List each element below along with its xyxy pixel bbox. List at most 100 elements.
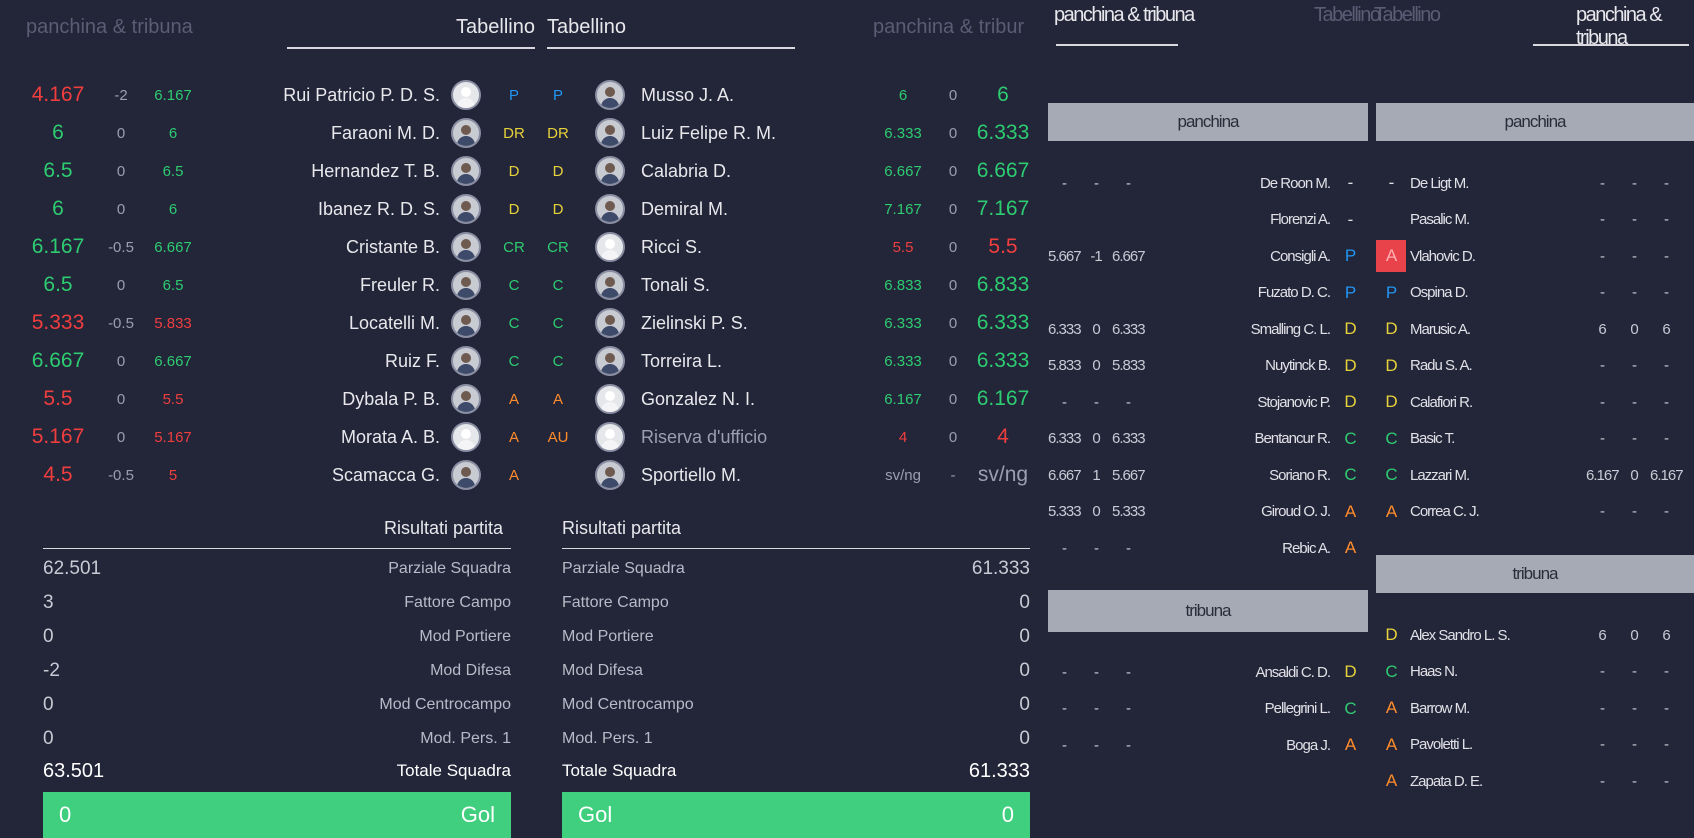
player-row-home[interactable]: 6.667 0 6.667 Ruiz F. C [0,345,540,377]
bench-row-home[interactable]: Florenzi A. - [1048,202,1368,238]
player-row-away[interactable]: D Demiral M. 7.167 0 7.167 [540,193,1040,225]
bench-vote: 6.667 [1048,466,1082,484]
tab-panchina-tribuna-home-right[interactable]: panchina & tribuna [1054,4,1195,27]
tab-panchina-tribuna-away[interactable]: panchina & tribur [873,16,1038,39]
bench-name: Vlahovic D. [1410,247,1476,265]
player-name: Freuler R. [359,274,440,295]
bench-row-home[interactable]: 6.333 0 6.333 Smalling C. L. D [1048,311,1368,347]
bench-name: Pellegrini L. [1264,700,1331,717]
bench-role: D [1344,662,1356,681]
player-row-away[interactable]: C Torreira L. 6.333 0 6.333 [540,345,1040,377]
bench-total: - [1664,430,1669,447]
bench-row-home[interactable]: - - - Boga J. A [1048,727,1368,763]
tab-tabellino-home[interactable]: Tabellino [415,16,535,39]
result-label-home: Parziale Squadra [388,560,511,577]
player-row-away[interactable]: P Musso J. A. 6 0 6 [540,79,1040,111]
player-name: Hernandez T. B. [311,160,440,181]
player-vote: 6 [898,86,908,104]
bench-vote: 5.667 [1048,247,1082,265]
bench-total: 6 [1662,626,1670,644]
bench-row-home[interactable]: 5.333 0 5.333 Giroud O. J. A [1048,494,1368,530]
player-avatar [595,460,625,490]
bench-row-home[interactable]: 5.833 0 5.833 Nuytinck B. D [1048,348,1368,384]
tab-tabellino-right-2[interactable]: Tabellino [1374,4,1441,27]
result-row-away: Fattore Campo 0 [562,586,1030,620]
tab-tabellino-away[interactable]: Tabellino [547,16,626,39]
player-row-away[interactable]: A Gonzalez N. I. 6.167 0 6.167 [540,383,1040,415]
player-row-home[interactable]: 6.167 -0.5 6.667 Cristante B. CR [0,231,540,263]
bench-vote: - [1062,539,1067,557]
result-label-away: Mod Centrocampo [562,696,694,713]
bench-row-home[interactable]: 6.333 0 6.333 Bentancur R. C [1048,421,1368,457]
player-avatar [595,156,625,186]
bench-row-away[interactable]: C Lazzari M. 6.167 0 6.167 [1376,457,1694,493]
player-vote: 6.167 [154,86,192,104]
bench-role: - [1347,173,1354,192]
player-row-home[interactable]: 5.333 -0.5 5.833 Locatelli M. C [0,307,540,339]
player-row-home[interactable]: 4.5 -0.5 5 Scamacca G. A [0,459,540,491]
bench-row-away[interactable]: A Barrow M. - - - [1376,690,1694,726]
bench-row-away[interactable]: A Zapata D. E. - - - [1376,763,1694,799]
player-total: 6.333 [976,311,1030,334]
bench-name: Correa C. J. [1410,503,1480,520]
bench-row-away[interactable]: D Radu S. A. - - - [1376,348,1694,384]
player-row-away[interactable]: C Tonali S. 6.833 0 6.833 [540,269,1040,301]
bench-row-home[interactable]: Fuzato D. C. P [1048,275,1368,311]
bench-name: Rebic A. [1282,539,1331,557]
bench-row-away[interactable]: A Correa C. J. - - - [1376,494,1694,530]
player-avatar [451,422,481,452]
bench-row-away[interactable]: D Calafiori R. - - - [1376,384,1694,420]
bench-row-home[interactable]: - - - Pellegrini L. C [1048,691,1368,727]
bench-row-away[interactable]: A Pavoletti L. - - - [1376,727,1694,763]
bench-row-away[interactable]: Pasalic M. - - - [1376,202,1694,238]
player-row-away[interactable]: CR Ricci S. 5.5 0 5.5 [540,231,1040,263]
player-row-home[interactable]: 6 0 6 Faraoni M. D. DR [0,117,540,149]
bench-role: - [1347,209,1354,229]
bench-row-away[interactable]: C Haas N. - - - [1376,654,1694,690]
bench-modifier: 1 [1092,466,1100,484]
bench-vote: - [1600,772,1605,790]
player-vote: 6 [168,200,178,218]
bench-vote: - [1600,174,1605,192]
bench-row-home[interactable]: 6.667 1 5.667 Soriano R. C [1048,457,1368,493]
tab-tabellino-right-1[interactable]: Tabellino [1314,4,1381,27]
bench-row-away[interactable]: P Ospina D. - - - [1376,275,1694,311]
player-vote: 6.667 [884,162,922,180]
player-vote: 6.333 [884,352,922,370]
bench-row-away[interactable]: D Alex Sandro L. S. 6 0 6 [1376,617,1694,653]
player-row-home[interactable]: 6.5 0 6.5 Freuler R. C [0,269,540,301]
player-row-home[interactable]: 5.167 0 5.167 Morata A. B. A [0,421,540,453]
tab-underline-away [547,47,795,49]
player-role: C [552,276,564,294]
bench-role: D [1344,319,1356,338]
player-row-home[interactable]: 6 0 6 Ibanez R. D. S. D [0,193,540,225]
tab-panchina-tribuna-home[interactable]: panchina & tribuna [26,16,193,39]
player-row-home[interactable]: 4.167 -2 6.167 Rui Patricio P. D. S. P [0,79,540,111]
player-row-away[interactable]: C Zielinski P. S. 6.333 0 6.333 [540,307,1040,339]
player-name: Locatelli M. [348,312,440,333]
player-row-away[interactable]: D Calabria D. 6.667 0 6.667 [540,155,1040,187]
bench-row-away[interactable]: - De Ligt M. - - - [1376,165,1694,201]
bench-row-home[interactable]: - - - De Roon M. - [1048,165,1368,201]
bench-vote: 5.833 [1048,357,1082,374]
results-divider-home [43,548,511,549]
player-row-home[interactable]: 6.5 0 6.5 Hernandez T. B. D [0,155,540,187]
player-modifier: -0.5 [108,314,134,332]
result-row-home: 3 Fattore Campo [43,586,511,620]
player-row-away[interactable]: DR Luiz Felipe R. M. 6.333 0 6.333 [540,117,1040,149]
player-modifier: 0 [948,276,958,294]
bench-row-away[interactable]: A Vlahovic D. - - - [1376,238,1694,274]
player-total: 6 [997,83,1009,106]
player-modifier: 0 [948,390,958,408]
player-row-away[interactable]: AU Riserva d'ufficio 4 0 4 [540,421,1040,453]
bench-row-home[interactable]: - - - Rebic A. A [1048,530,1368,566]
bench-row-away[interactable]: C Basic T. - - - [1376,421,1694,457]
player-avatar [451,308,481,338]
bench-row-home[interactable]: 5.667 -1 6.667 Consigli A. P [1048,238,1368,274]
player-row-home[interactable]: 5.5 0 5.5 Dybala P. B. A [0,383,540,415]
bench-row-home[interactable]: - - - Stojanovic P. D [1048,384,1368,420]
bench-row-home[interactable]: - - - Ansaldi C. D. D [1048,654,1368,690]
bench-row-away[interactable]: D Marusic A. 6 0 6 [1376,311,1694,347]
player-role: C [508,314,520,332]
player-row-away[interactable]: Sportiello M. sv/ng - sv/ng [540,459,1040,491]
